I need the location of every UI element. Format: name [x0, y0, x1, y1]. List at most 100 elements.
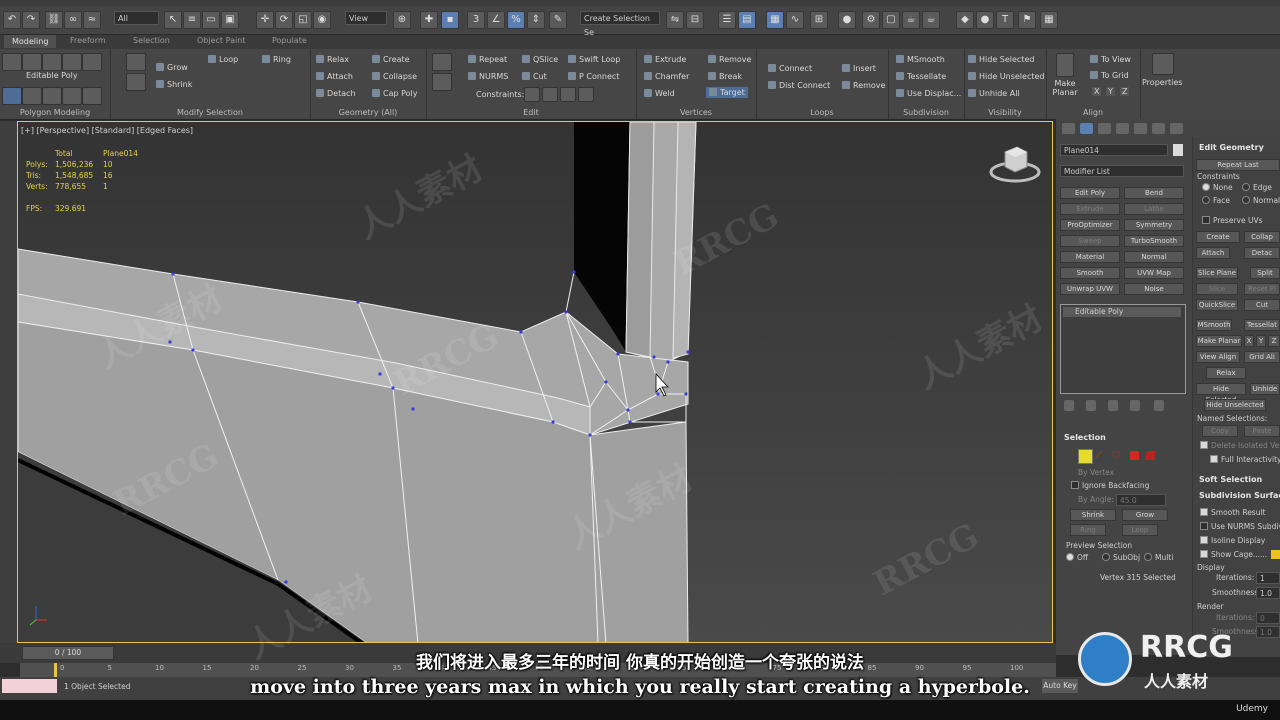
grid-tool-icon[interactable]: ▦	[1040, 11, 1058, 29]
modify-panel-icon[interactable]	[1080, 123, 1093, 134]
modifier-button-unwrap-uvw[interactable]: Unwrap UVW	[1060, 283, 1120, 295]
link-icon[interactable]: ⛓	[45, 11, 63, 29]
attach-geometry-button[interactable]: Attach	[1196, 247, 1230, 259]
reference-coordinate-dropdown[interactable]: View	[345, 11, 387, 25]
render-setup-icon[interactable]: ⚙	[862, 11, 880, 29]
relax-button[interactable]: Relax	[316, 55, 349, 64]
show-end-result-icon[interactable]	[62, 87, 82, 105]
constraint-edge-icon[interactable]	[542, 87, 558, 102]
layer-explorer-icon[interactable]: ▤	[738, 11, 756, 29]
tessellate-button[interactable]: Tessellate	[896, 72, 946, 81]
modifier-button-prooptimizer[interactable]: ProOptimizer	[1060, 219, 1120, 231]
create-button[interactable]: Create	[372, 55, 410, 64]
p-connect-button[interactable]: P Connect	[568, 72, 619, 81]
extrude-button[interactable]: Extrude	[644, 55, 686, 64]
cage-color-swatch[interactable]	[1271, 550, 1280, 559]
create-geometry-button[interactable]: Create	[1196, 231, 1240, 243]
tweak-icon[interactable]	[432, 73, 452, 91]
hide-selected-button[interactable]: Hide Selected	[968, 55, 1034, 64]
ring-selection-button[interactable]: Ring	[1070, 524, 1106, 536]
grow-selection-button[interactable]: Grow	[1122, 509, 1168, 521]
cut-geometry-button[interactable]: Cut	[1244, 299, 1280, 311]
select-object-icon[interactable]: ↖	[164, 11, 182, 29]
break-button[interactable]: Break	[708, 72, 742, 81]
msmooth-geometry-button[interactable]: MSmooth	[1196, 319, 1232, 331]
vertex-subobject-icon[interactable]	[1078, 449, 1093, 464]
copy-named-selection-button[interactable]: Copy	[1202, 425, 1238, 437]
make-unique-icon[interactable]	[1108, 400, 1118, 411]
select-mode-2-icon[interactable]	[126, 73, 146, 91]
loops-title[interactable]: Loops	[756, 108, 888, 117]
ring-button[interactable]: Ring	[262, 55, 291, 64]
shrink-selection-button[interactable]: Shrink	[1070, 509, 1116, 521]
element-mode-icon[interactable]	[82, 53, 102, 71]
detach-button[interactable]: Detach	[316, 89, 356, 98]
unhide-all-button[interactable]: Unhide All	[968, 89, 1020, 98]
modifier-button-edit-poly[interactable]: Edit Poly	[1060, 187, 1120, 199]
constraint-normal-icon[interactable]	[578, 87, 594, 102]
sphere-icon[interactable]: ●	[976, 11, 994, 29]
curve-editor-icon[interactable]: ∿	[786, 11, 804, 29]
window-crossing-icon[interactable]: ▣	[221, 11, 239, 29]
remove-loop-button[interactable]: Remove	[842, 81, 885, 90]
view-align-button[interactable]: View Align	[1196, 351, 1240, 363]
create-panel-icon[interactable]	[1062, 123, 1075, 134]
object-name-field[interactable]: Plane014	[1060, 144, 1168, 156]
move-icon[interactable]: ✛	[256, 11, 274, 29]
smooth-result-checkbox[interactable]: Smooth Result	[1200, 508, 1266, 517]
soft-selection-header[interactable]: Soft Selection	[1199, 475, 1262, 484]
quickslice-button[interactable]: QuickSlice	[1196, 299, 1238, 311]
preview-multi-radio[interactable]: Multi	[1144, 553, 1173, 562]
tab-modeling[interactable]: Modeling	[4, 35, 57, 48]
object-color-swatch[interactable]	[1173, 144, 1183, 156]
make-planar-geometry-button[interactable]: Make Planar	[1196, 335, 1242, 347]
split-checkbox[interactable]: Split	[1250, 267, 1280, 279]
cube-object-icon[interactable]: ◆	[956, 11, 974, 29]
stack-down-icon[interactable]	[42, 87, 62, 105]
preserve-uvs-checkbox[interactable]: Preserve UVs	[1202, 216, 1263, 225]
swift-loop-button[interactable]: Swift Loop	[568, 55, 620, 64]
polygon-subobject-icon[interactable]	[1130, 451, 1139, 460]
hide-unselected-button[interactable]: Hide Unselected	[968, 72, 1044, 81]
properties-icon[interactable]	[1152, 53, 1174, 75]
keyboard-shortcut-icon[interactable]: ▪	[441, 11, 459, 29]
isoline-display-checkbox[interactable]: Isoline Display	[1200, 536, 1265, 545]
pin-stack-icon[interactable]	[1064, 400, 1074, 411]
modifier-button-material[interactable]: Material	[1060, 251, 1120, 263]
angle-snap-icon[interactable]: ∠	[487, 11, 505, 29]
collapse-stack-icon[interactable]	[82, 87, 102, 105]
constraint-none-icon[interactable]	[524, 87, 540, 102]
reset-plane-button[interactable]: Reset Pl	[1244, 283, 1280, 295]
scale-icon[interactable]: ◱	[294, 11, 312, 29]
constraint-face-radio[interactable]: Face	[1202, 196, 1230, 205]
by-angle-spinner[interactable]: 45.0	[1116, 494, 1166, 506]
unlink-icon[interactable]: ∞	[64, 11, 82, 29]
preview-off-radio[interactable]: Off	[1066, 553, 1088, 562]
pivot-center-icon[interactable]: ⊕	[393, 11, 411, 29]
hierarchy-panel-icon[interactable]	[1098, 123, 1111, 134]
loop-button[interactable]: Loop	[208, 55, 238, 64]
ignore-backfacing-checkbox[interactable]: Ignore Backfacing	[1071, 481, 1149, 490]
viewport-label-menu[interactable]: [+] [Perspective] [Standard] [Edged Face…	[21, 126, 193, 135]
element-subobject-icon[interactable]	[1145, 451, 1156, 460]
rotate-icon[interactable]: ⟳	[275, 11, 293, 29]
constraint-none-radio[interactable]: None	[1202, 183, 1233, 192]
modifier-button-lathe[interactable]: Lathe	[1124, 203, 1184, 215]
schematic-view-icon[interactable]: ⊞	[810, 11, 828, 29]
nurms-button[interactable]: NURMS	[468, 72, 508, 81]
edit-geometry-header[interactable]: Edit Geometry	[1199, 143, 1264, 152]
constraint-face-icon[interactable]	[560, 87, 576, 102]
render-iterations-spinner[interactable]: 0	[1256, 612, 1280, 624]
collapse-button[interactable]: Collapse	[372, 72, 417, 81]
remove-vertex-button[interactable]: Remove	[708, 55, 751, 64]
show-end-result-panel-icon[interactable]	[1086, 400, 1096, 411]
tab-freeform[interactable]: Freeform	[70, 36, 106, 45]
place-icon[interactable]: ◉	[313, 11, 331, 29]
rect-selection-icon[interactable]: ▭	[202, 11, 220, 29]
material-editor-icon[interactable]: ●	[838, 11, 856, 29]
modifier-button-sweep[interactable]: Sweep	[1060, 235, 1120, 247]
use-nurms-checkbox[interactable]: Use NURMS Subdivisi	[1200, 522, 1280, 531]
grow-button[interactable]: Grow	[156, 63, 188, 72]
modifier-button-normal[interactable]: Normal	[1124, 251, 1184, 263]
make-planar-z-button[interactable]: Z	[1268, 335, 1280, 347]
